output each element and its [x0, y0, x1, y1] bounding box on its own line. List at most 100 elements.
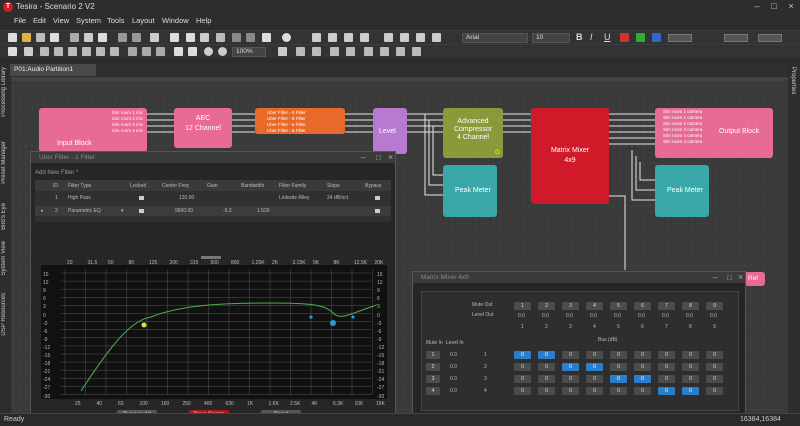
mute-in-button[interactable]: 1: [426, 351, 440, 359]
crosspoint-cell[interactable]: 0: [538, 375, 555, 383]
db-tick-label: 12: [377, 280, 383, 287]
crosspoint-cell[interactable]: 0: [514, 375, 531, 383]
crosspoint-cell[interactable]: 0: [658, 363, 675, 371]
crosspoint-cell[interactable]: 0: [514, 363, 531, 371]
crosspoint-cell[interactable]: 0: [682, 387, 699, 395]
crosspoint-cell[interactable]: 0: [706, 363, 723, 371]
table-cell[interactable]: -5.2: [223, 208, 232, 214]
level-in-value[interactable]: 0.0: [450, 364, 457, 370]
freq-tick-label: 160: [161, 401, 170, 407]
eq-handle-parametric[interactable]: [330, 320, 336, 326]
crosspoint-cell[interactable]: 0: [586, 375, 603, 383]
crosspoint-cell[interactable]: 0: [538, 387, 555, 395]
crosspoint-cell[interactable]: 0: [658, 375, 675, 383]
add-filter-link[interactable]: Add New Filter *: [35, 170, 78, 176]
level-in-value[interactable]: 0.0: [450, 388, 457, 394]
crosspoint-cell[interactable]: 0: [682, 351, 699, 359]
table-cell[interactable]: 120.00: [179, 195, 194, 201]
level-out-value[interactable]: 0.0: [638, 313, 645, 319]
close-icon[interactable]: ×: [738, 272, 743, 282]
mute-out-button[interactable]: 2: [538, 302, 555, 310]
level-out-value[interactable]: 0.0: [686, 313, 693, 319]
mixer-grid: Mute Out Level Out Bus (dB) Mute In Leve…: [421, 291, 739, 411]
level-out-value[interactable]: 0.0: [590, 313, 597, 319]
db-tick-label: -30: [377, 393, 385, 400]
mute-out-button[interactable]: 6: [634, 302, 651, 310]
level-out-value[interactable]: 0.0: [710, 313, 717, 319]
crosspoint-cell[interactable]: 0: [610, 363, 627, 371]
level-in-value[interactable]: 0.0: [450, 376, 457, 382]
crosspoint-cell[interactable]: 0: [586, 363, 603, 371]
crosspoint-cell[interactable]: 0: [706, 351, 723, 359]
mute-in-label: Mute In: [426, 340, 443, 346]
crosspoint-cell[interactable]: 0: [562, 375, 579, 383]
db-tick-label: -27: [377, 385, 385, 392]
close-icon[interactable]: ×: [388, 152, 393, 162]
crosspoint-cell[interactable]: 0: [610, 351, 627, 359]
crosspoint-cell[interactable]: 0: [586, 387, 603, 395]
level-out-value[interactable]: 0.0: [542, 313, 549, 319]
bypass-checkbox[interactable]: [375, 196, 380, 200]
crosspoint-cell[interactable]: 0: [514, 387, 531, 395]
mute-out-button[interactable]: 7: [658, 302, 675, 310]
maximize-icon[interactable]: □: [727, 273, 732, 282]
crosspoint-cell[interactable]: 0: [514, 351, 531, 359]
crosspoint-cell[interactable]: 0: [538, 363, 555, 371]
mute-out-button[interactable]: 9: [706, 302, 723, 310]
chevron-down-icon[interactable]: ▾: [121, 208, 124, 214]
table-cell[interactable]: High Pass: [68, 195, 91, 201]
table-cell[interactable]: Linkwitz-Riley: [279, 195, 310, 201]
freq-tick-label: 250: [182, 401, 191, 407]
table-cell[interactable]: 24 dB/oct: [327, 195, 348, 201]
maximize-icon[interactable]: □: [376, 153, 381, 162]
mute-in-button[interactable]: 4: [426, 387, 440, 395]
level-out-value[interactable]: 0.0: [566, 313, 573, 319]
freq-tick-label: 1.6K: [268, 401, 279, 407]
crosspoint-cell[interactable]: 0: [562, 351, 579, 359]
crosspoint-cell[interactable]: 0: [682, 363, 699, 371]
mute-out-button[interactable]: 1: [514, 302, 531, 310]
locked-checkbox[interactable]: [139, 196, 144, 200]
eq-graph[interactable]: [41, 265, 387, 399]
locked-checkbox[interactable]: [139, 209, 144, 213]
table-cell[interactable]: Parametric EQ: [68, 208, 101, 214]
mute-out-button[interactable]: 8: [682, 302, 699, 310]
crosspoint-cell[interactable]: 0: [634, 375, 651, 383]
splitter-handle[interactable]: [201, 256, 221, 259]
crosspoint-cell[interactable]: 0: [562, 387, 579, 395]
crosspoint-cell[interactable]: 0: [610, 387, 627, 395]
level-out-value[interactable]: 0.0: [518, 313, 525, 319]
crosspoint-cell[interactable]: 0: [610, 375, 627, 383]
crosspoint-cell[interactable]: 0: [586, 351, 603, 359]
crosspoint-cell[interactable]: 0: [634, 387, 651, 395]
minimize-icon[interactable]: –: [713, 273, 717, 282]
minimize-icon[interactable]: –: [361, 153, 365, 162]
crosspoint-cell[interactable]: 0: [634, 363, 651, 371]
level-out-value[interactable]: 0.0: [614, 313, 621, 319]
crosspoint-cell[interactable]: 0: [658, 351, 675, 359]
mute-in-button[interactable]: 3: [426, 375, 440, 383]
mute-out-button[interactable]: 5: [610, 302, 627, 310]
freq-tick-label: 500: [210, 260, 219, 266]
wire: [232, 113, 255, 133]
eq-handle-bw-left[interactable]: [309, 315, 313, 319]
mute-out-button[interactable]: 4: [586, 302, 603, 310]
crosspoint-cell[interactable]: 0: [682, 375, 699, 383]
eq-handle-bw-right[interactable]: [351, 315, 355, 319]
crosspoint-cell[interactable]: 0: [562, 363, 579, 371]
mute-out-button[interactable]: 3: [562, 302, 579, 310]
level-out-value[interactable]: 0.0: [662, 313, 669, 319]
table-cell[interactable]: 1.529: [257, 208, 270, 214]
bypass-checkbox[interactable]: [375, 209, 380, 213]
mute-in-button[interactable]: 2: [426, 363, 440, 371]
db-tick-label: 6: [43, 296, 46, 303]
crosspoint-cell[interactable]: 0: [706, 375, 723, 383]
table-cell[interactable]: 9500.00: [175, 208, 193, 214]
crosspoint-cell[interactable]: 0: [634, 351, 651, 359]
col-header: ID: [53, 183, 58, 189]
crosspoint-cell[interactable]: 0: [538, 351, 555, 359]
eq-handle-highpass[interactable]: [141, 322, 147, 328]
crosspoint-cell[interactable]: 0: [706, 387, 723, 395]
crosspoint-cell[interactable]: 0: [658, 387, 675, 395]
level-in-value[interactable]: 0.0: [450, 352, 457, 358]
